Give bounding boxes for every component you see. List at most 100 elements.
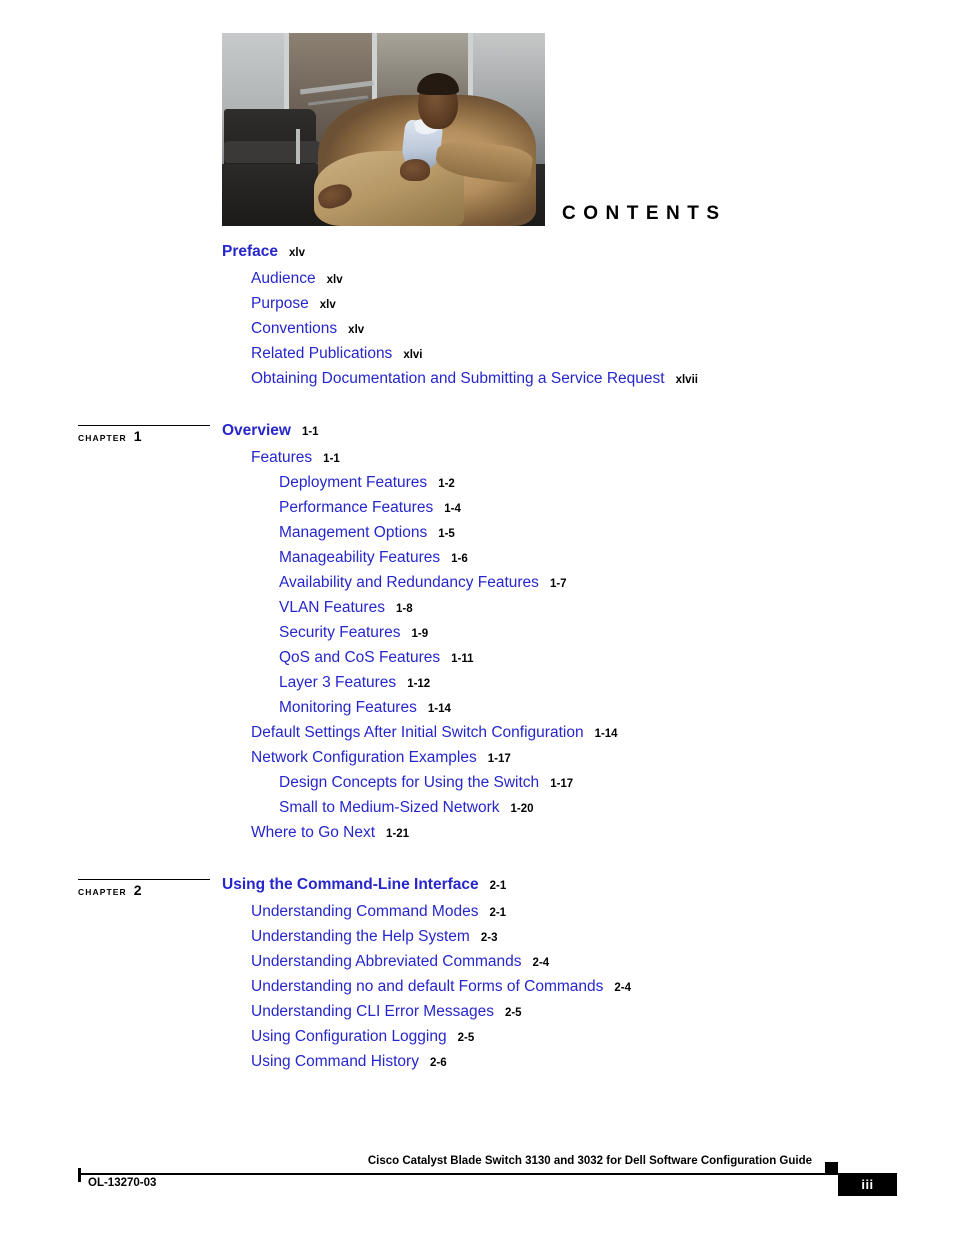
toc-entry-page: 2-6 [429, 1057, 447, 1069]
toc-entry-title[interactable]: Understanding the Help System [251, 928, 470, 945]
toc-entry-page: xlv [289, 247, 306, 259]
toc-entry[interactable]: Understanding the Help System 2-3 [0, 928, 954, 953]
toc-entry-title[interactable]: Security Features [279, 624, 400, 641]
toc-entry-title[interactable]: Monitoring Features [279, 699, 417, 716]
toc-entry[interactable]: Understanding CLI Error Messages 2-5 [0, 1003, 954, 1028]
toc-entry[interactable]: Related Publications xlvi [0, 345, 954, 370]
toc-entry[interactable]: Features 1-1 [0, 449, 954, 474]
toc-entry-title[interactable]: Understanding no and default Forms of Co… [251, 978, 603, 995]
toc-entry-title[interactable]: Manageability Features [279, 549, 440, 566]
toc-entry-title[interactable]: Obtaining Documentation and Submitting a… [251, 370, 665, 387]
toc-entry[interactable]: Small to Medium-Sized Network 1-20 [0, 799, 954, 824]
toc-entry-title[interactable]: VLAN Features [279, 599, 385, 616]
footer-rule [78, 1173, 838, 1175]
toc-entry-page: 2-4 [532, 957, 550, 969]
toc-entry-page: xlv [326, 274, 343, 286]
toc-entry-title[interactable]: Audience [251, 270, 316, 287]
toc-block: Preface xlv Audience xlv Purpose xlv Conventio… [0, 243, 954, 395]
toc-entry-page: 2-1 [489, 880, 507, 892]
toc-entry-title[interactable]: Understanding Command Modes [251, 903, 478, 920]
toc-entry-title[interactable]: Overview [222, 422, 291, 439]
toc-entry[interactable]: Understanding no and default Forms of Co… [0, 978, 954, 1003]
toc-entry-title[interactable]: Purpose [251, 295, 309, 312]
toc-entry[interactable]: Manageability Features 1-6 [0, 549, 954, 574]
toc-entry-title[interactable]: Using Configuration Logging [251, 1028, 447, 1045]
toc-entry-title[interactable]: Default Settings After Initial Switch Co… [251, 724, 584, 741]
toc-entry[interactable]: Security Features 1-9 [0, 624, 954, 649]
toc-entry-title[interactable]: Using the Command-Line Interface [222, 876, 479, 893]
toc-block-spacer [0, 395, 954, 422]
toc-entry-page: 1-2 [438, 478, 455, 490]
toc-entry-page: 1-1 [301, 426, 319, 438]
toc-block: CHAPTER 2 Using the Command-Line Interface… [0, 849, 954, 1078]
toc-entry[interactable]: Availability and Redundancy Features 1-7 [0, 574, 954, 599]
toc-entry[interactable]: Conventions xlv [0, 320, 954, 345]
toc-entry[interactable]: Where to Go Next 1-21 [0, 824, 954, 849]
page-number: iii [861, 1177, 874, 1192]
footer-square-marker [825, 1162, 838, 1174]
toc-entry-title[interactable]: Conventions [251, 320, 337, 337]
toc-entry-title[interactable]: Where to Go Next [251, 824, 375, 841]
toc-entry-page: 1-21 [386, 828, 410, 840]
toc-entry-title[interactable]: Layer 3 Features [279, 674, 396, 691]
toc-entry[interactable]: Using Configuration Logging 2-5 [0, 1028, 954, 1053]
toc-block-spacer [0, 849, 954, 876]
toc-entry[interactable]: Understanding Command Modes 2-1 [0, 903, 954, 928]
toc-entry[interactable]: Purpose xlv [0, 295, 954, 320]
toc-entry-page: 1-17 [487, 753, 511, 765]
footer-document-id: OL-13270-03 [88, 1177, 157, 1189]
toc-entry[interactable]: Understanding Abbreviated Commands 2-4 [0, 953, 954, 978]
toc-entry-page: 1-6 [451, 553, 468, 565]
toc-entry-page: 1-12 [407, 678, 431, 690]
toc-entry-title[interactable]: Management Options [279, 524, 427, 541]
toc-entry-page: xlv [348, 324, 365, 336]
toc-entry[interactable]: Using the Command-Line Interface 2-1 [0, 876, 954, 903]
toc-entry[interactable]: Performance Features 1-4 [0, 499, 954, 524]
toc-entry-page: 1-20 [510, 803, 534, 815]
toc-entry-page: 1-9 [411, 628, 429, 640]
photo-person-hand-right [400, 159, 430, 181]
toc-entry-page: 2-5 [457, 1032, 475, 1044]
toc-entry-title[interactable]: Features [251, 449, 312, 466]
toc-entry-title[interactable]: Availability and Redundancy Features [279, 574, 539, 591]
toc-entry-page: 2-3 [480, 932, 498, 944]
toc-entry-title[interactable]: Performance Features [279, 499, 433, 516]
toc-entry-page: 1-4 [444, 503, 461, 515]
toc-entry-page: 2-4 [614, 982, 632, 994]
toc-entry-page: 2-1 [489, 907, 507, 919]
toc-entry[interactable]: Obtaining Documentation and Submitting a… [0, 370, 954, 395]
toc-entry[interactable]: Management Options 1-5 [0, 524, 954, 549]
toc-entry-title[interactable]: Deployment Features [279, 474, 427, 491]
toc-entry-title[interactable]: Small to Medium-Sized Network [279, 799, 500, 816]
toc-entry[interactable]: Audience xlv [0, 270, 954, 295]
toc-entry[interactable]: Using Command History 2-6 [0, 1053, 954, 1078]
toc-entry[interactable]: VLAN Features 1-8 [0, 599, 954, 624]
toc-entry[interactable]: Default Settings After Initial Switch Co… [0, 724, 954, 749]
page-title: CONTENTS [562, 203, 727, 224]
toc-entry-title[interactable]: QoS and CoS Features [279, 649, 440, 666]
table-of-contents: Preface xlv Audience xlv Purpose xlv Conventio… [0, 243, 954, 1078]
toc-entry[interactable]: Overview 1-1 [0, 422, 954, 449]
toc-entry-title[interactable]: Understanding Abbreviated Commands [251, 953, 522, 970]
toc-entry[interactable]: Preface xlv [0, 243, 954, 270]
toc-entry-title[interactable]: Related Publications [251, 345, 392, 362]
toc-entry-title[interactable]: Design Concepts for Using the Switch [279, 774, 539, 791]
toc-entry[interactable]: Network Configuration Examples 1-17 [0, 749, 954, 774]
page-number-box: iii [838, 1173, 897, 1196]
toc-entry[interactable]: Layer 3 Features 1-12 [0, 674, 954, 699]
toc-entry[interactable]: Design Concepts for Using the Switch 1-17 [0, 774, 954, 799]
toc-entry-page: xlvii [675, 374, 698, 386]
toc-entry-title[interactable]: Network Configuration Examples [251, 749, 477, 766]
toc-entry[interactable]: Monitoring Features 1-14 [0, 699, 954, 724]
toc-entry[interactable]: Deployment Features 1-2 [0, 474, 954, 499]
toc-entry-title[interactable]: Preface [222, 243, 278, 260]
toc-entry-page: xlvi [403, 349, 423, 361]
toc-entry-page: xlv [319, 299, 336, 311]
toc-entry-page: 2-5 [504, 1007, 522, 1019]
toc-entry-page: 1-14 [427, 703, 451, 715]
toc-entry[interactable]: QoS and CoS Features 1-11 [0, 649, 954, 674]
toc-entry-title[interactable]: Using Command History [251, 1053, 419, 1070]
toc-entry-title[interactable]: Understanding CLI Error Messages [251, 1003, 494, 1020]
cover-photo [222, 33, 545, 226]
footer-document-title: Cisco Catalyst Blade Switch 3130 and 303… [367, 1155, 812, 1167]
